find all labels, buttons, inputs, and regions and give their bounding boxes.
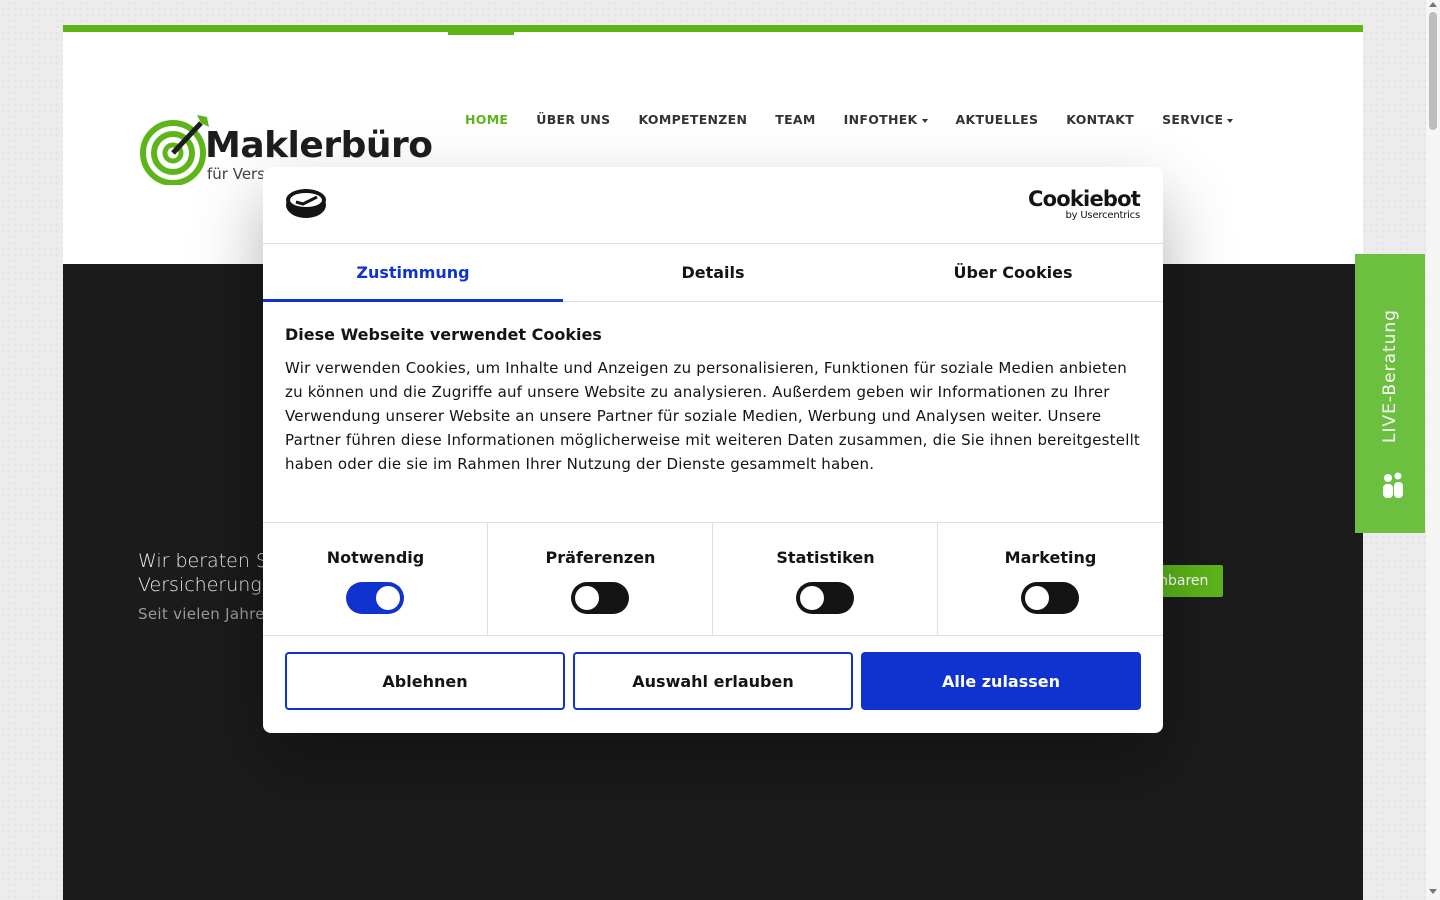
dialog-body: Diese Webseite verwendet Cookies Wir ver… (285, 325, 1145, 476)
toggle-label: Präferenzen (545, 548, 656, 567)
toggle-marketing: Marketing (938, 523, 1163, 636)
top-accent-bar (63, 25, 1363, 32)
toggle-preferences: Präferenzen (488, 523, 713, 636)
cookiebot-brand-by: by Usercentrics (1065, 210, 1140, 221)
nav-item-home[interactable]: HOME (465, 112, 508, 132)
switch-knob (800, 586, 824, 610)
scrollbar-thumb[interactable] (1429, 12, 1437, 130)
dialog-title: Diese Webseite verwendet Cookies (285, 325, 602, 344)
nav-item-team[interactable]: TEAM (775, 112, 815, 132)
switch-knob (376, 586, 400, 610)
live-consultation-tab[interactable]: LIVE-Beratung (1355, 254, 1425, 533)
marketing-switch[interactable] (1021, 582, 1079, 614)
dialog-buttons: Ablehnen Auswahl erlauben Alle zulassen (285, 652, 1141, 710)
dialog-text: Wir verwenden Cookies, um Inhalte und An… (285, 359, 1141, 473)
statistics-switch[interactable] (796, 582, 854, 614)
caret-down-icon (1227, 118, 1234, 123)
cookie-consent-dialog: Cookiebot by Usercentrics Zustimmung Det… (263, 167, 1163, 733)
necessary-switch[interactable] (346, 582, 404, 614)
nav-item-infothek[interactable]: INFOTHEK (844, 112, 928, 132)
scroll-up-arrow-icon[interactable] (1429, 2, 1437, 7)
toggle-necessary: Notwendig (263, 523, 488, 636)
main-nav: HOME ÜBER UNS KOMPETENZEN TEAM INFOTHEK … (465, 112, 1261, 132)
allow-all-button[interactable]: Alle zulassen (861, 652, 1141, 710)
nav-active-indicator (448, 25, 514, 35)
scroll-down-arrow-icon[interactable] (1429, 889, 1437, 894)
nav-item-infothek-label: INFOTHEK (843, 112, 918, 127)
preferences-switch[interactable] (571, 582, 629, 614)
caret-down-icon (921, 118, 928, 123)
switch-knob (1025, 586, 1049, 610)
deny-button[interactable]: Ablehnen (285, 652, 565, 710)
dialog-header: Cookiebot by Usercentrics (263, 167, 1163, 244)
target-logo-icon (140, 115, 209, 185)
nav-item-kompetenzen[interactable]: KOMPETENZEN (638, 112, 747, 132)
page-scrollbar[interactable] (1426, 0, 1440, 900)
tab-ueber-cookies[interactable]: Über Cookies (863, 244, 1163, 301)
cookie-logo-icon (286, 189, 326, 218)
tab-zustimmung[interactable]: Zustimmung (263, 244, 563, 302)
nav-item-service-label: SERVICE (1162, 112, 1224, 127)
nav-item-ueber-uns[interactable]: ÜBER UNS (536, 112, 610, 132)
dialog-tabs: Zustimmung Details Über Cookies (263, 244, 1163, 302)
consent-toggles: Notwendig Präferenzen Statistiken Market… (263, 522, 1163, 636)
switch-knob (575, 586, 599, 610)
tab-details[interactable]: Details (563, 244, 863, 301)
chat-people-icon (1383, 472, 1403, 498)
toggle-label: Marketing (1004, 548, 1097, 567)
nav-item-kontakt[interactable]: KONTAKT (1066, 112, 1134, 132)
toggle-label: Statistiken (776, 548, 875, 567)
logo-subtitle: für Vers (207, 165, 266, 183)
toggle-statistics: Statistiken (713, 523, 938, 636)
cookiebot-brand[interactable]: Cookiebot by Usercentrics (1028, 187, 1141, 221)
nav-item-aktuelles[interactable]: AKTUELLES (956, 112, 1039, 132)
live-consultation-label: LIVE-Beratung (1380, 308, 1400, 443)
allow-selection-button[interactable]: Auswahl erlauben (573, 652, 853, 710)
toggle-label: Notwendig (326, 548, 425, 567)
nav-item-service[interactable]: SERVICE (1162, 112, 1234, 132)
cookiebot-brand-name: Cookiebot (1028, 187, 1141, 211)
logo-title: Maklerbüro (205, 125, 433, 166)
